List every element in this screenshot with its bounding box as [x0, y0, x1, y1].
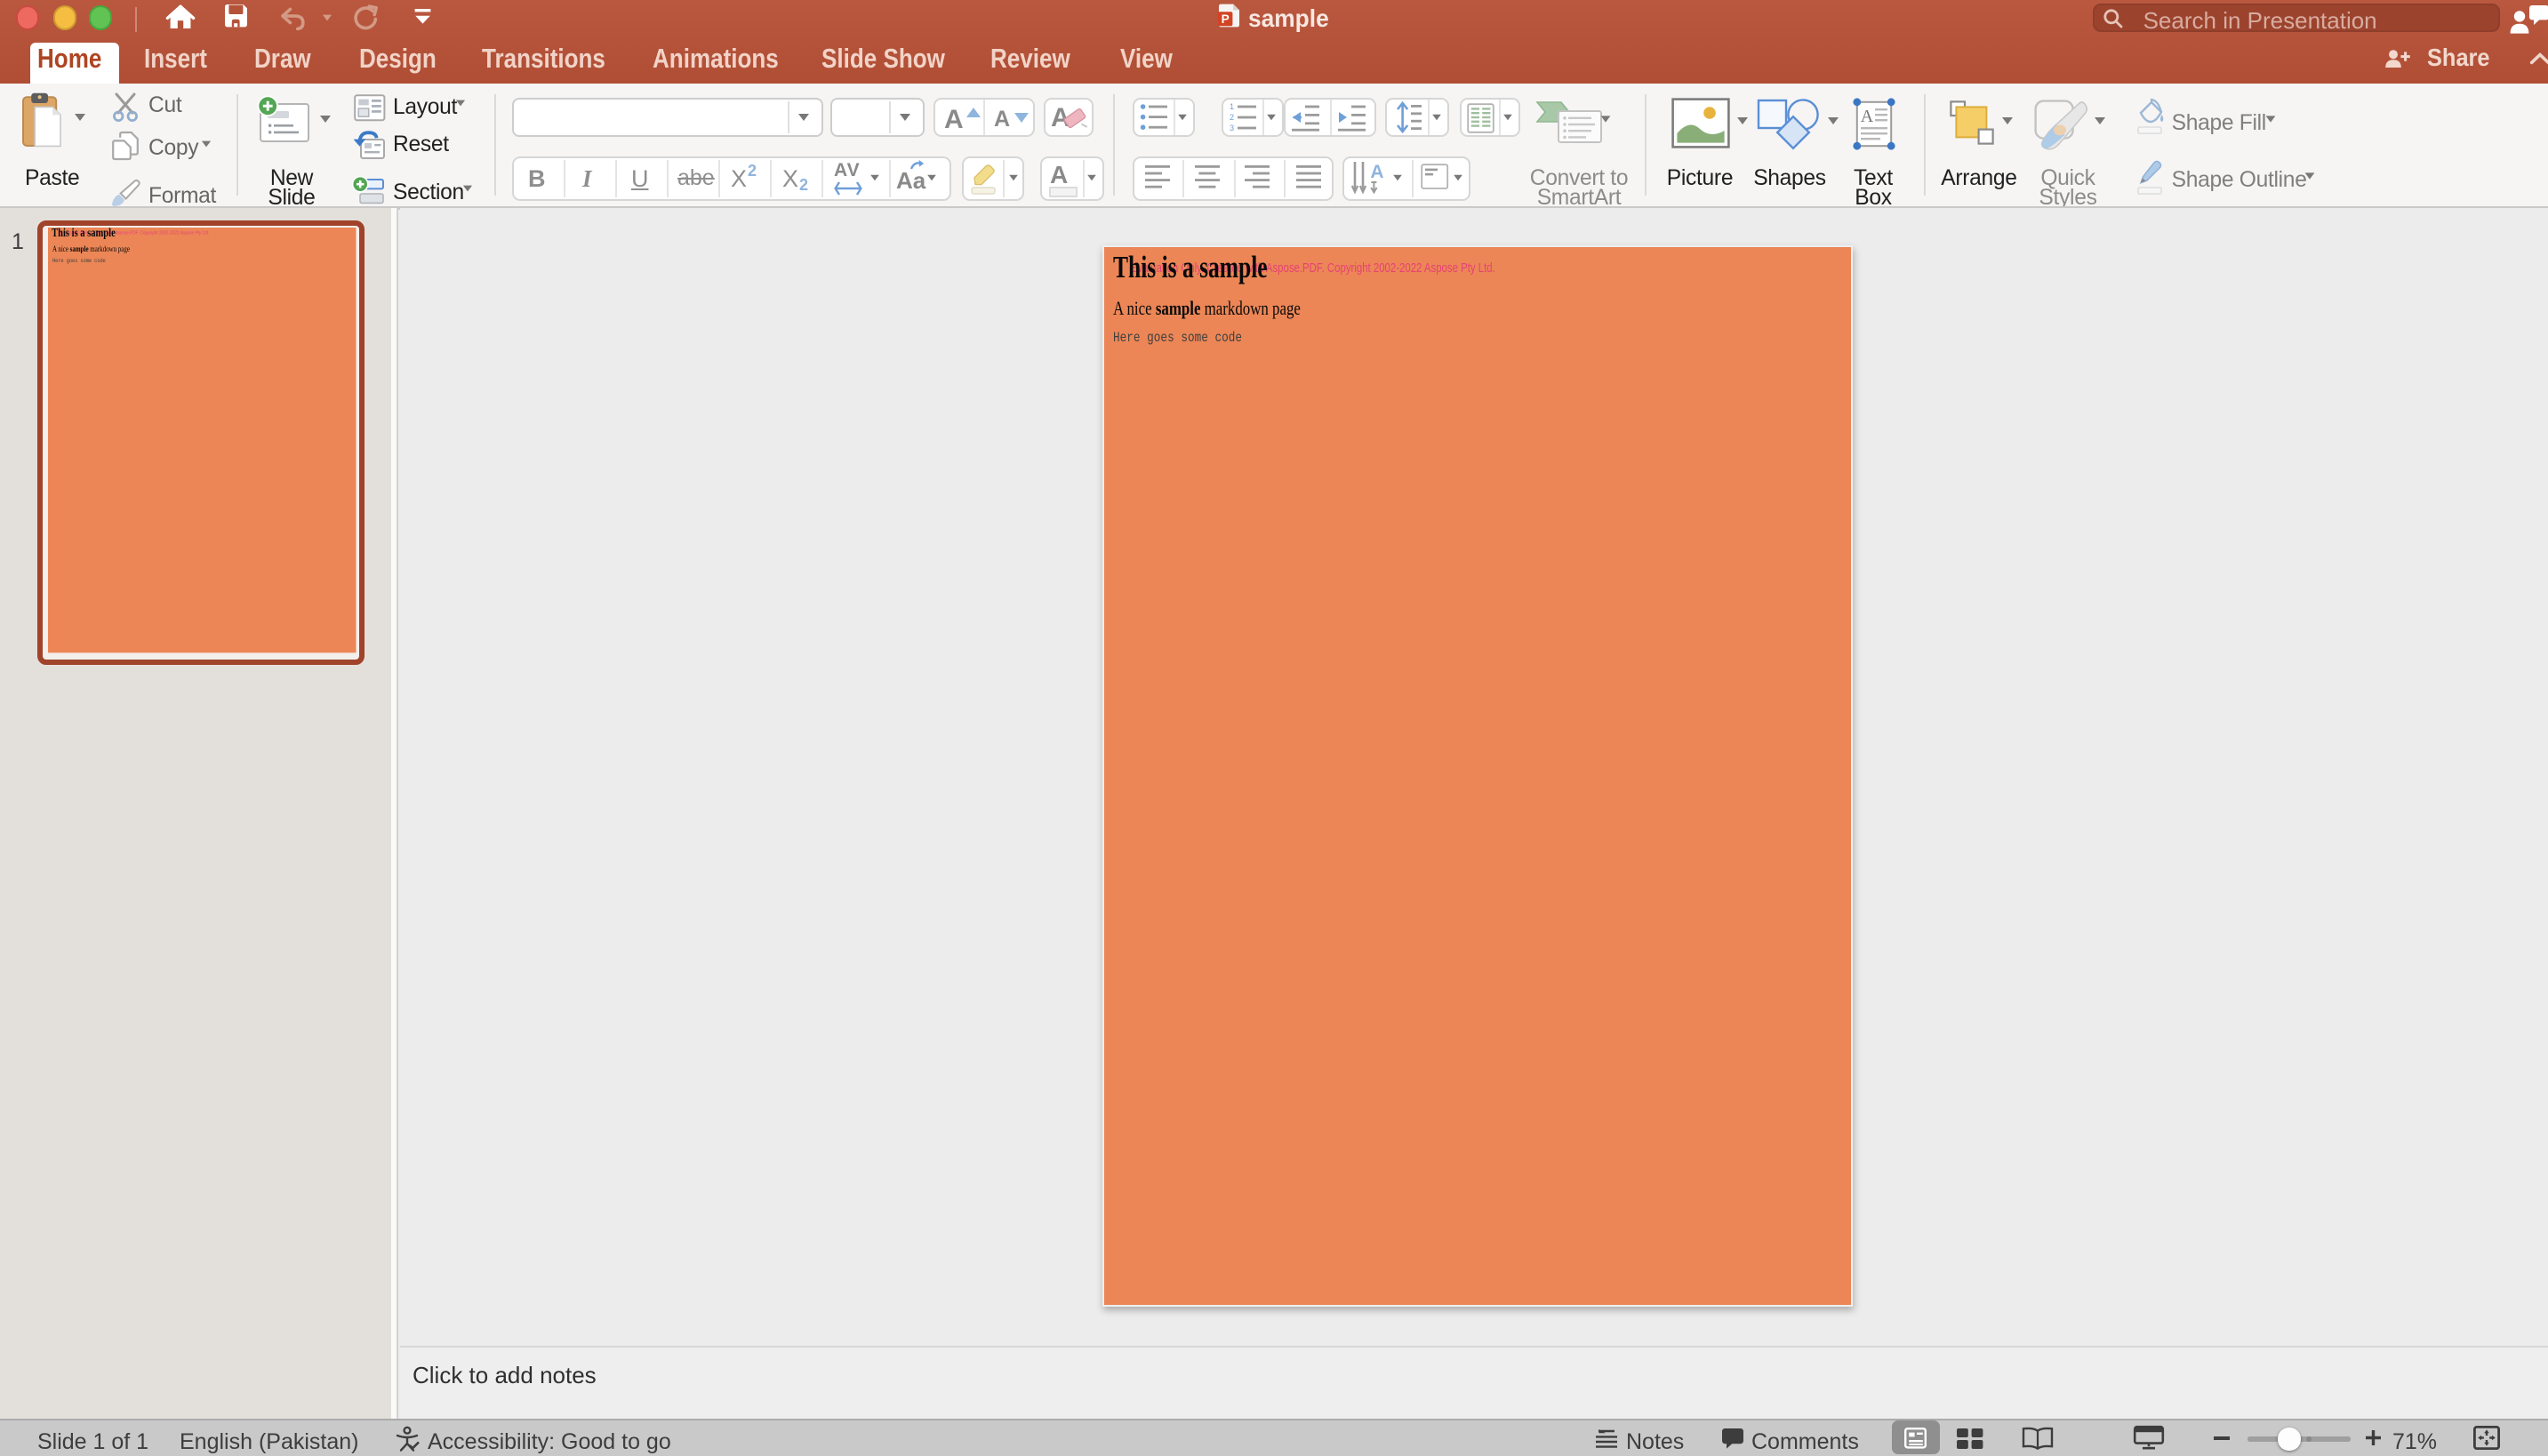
- svg-text:3: 3: [1230, 124, 1234, 132]
- svg-text:P: P: [1221, 12, 1229, 26]
- svg-text:2: 2: [1230, 113, 1234, 122]
- svg-text:1: 1: [1230, 102, 1234, 111]
- svg-text:A: A: [1370, 161, 1383, 181]
- svg-text:A: A: [1860, 106, 1873, 125]
